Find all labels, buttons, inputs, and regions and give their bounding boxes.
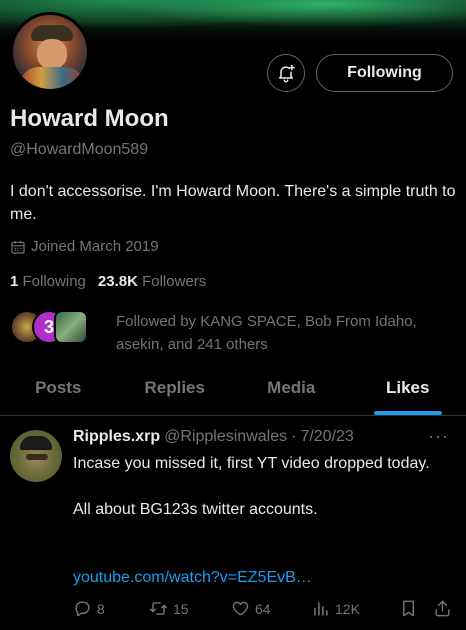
- reply-icon: [75, 601, 90, 617]
- profile-handle: @HowardMoon589: [10, 141, 149, 158]
- tweet-author-avatar[interactable]: [10, 430, 62, 482]
- profile-bio: I don't accessorise. I'm Howard Moon. Th…: [10, 183, 456, 223]
- reply-count: 8: [97, 600, 105, 617]
- bell-plus-icon: [279, 64, 295, 83]
- calendar-icon: [11, 240, 25, 254]
- following-button[interactable]: Following: [316, 54, 453, 92]
- tweet-actions: 8 15 64 12K: [73, 599, 458, 618]
- share-icon: [435, 600, 450, 617]
- views-button[interactable]: 12K: [311, 599, 399, 618]
- repost-count: 15: [173, 600, 189, 617]
- tweet[interactable]: Ripples.xrp @Ripplesinwales · 7/20/23 ··…: [0, 417, 466, 630]
- reply-button[interactable]: 8: [73, 599, 149, 618]
- tab-replies[interactable]: Replies: [117, 370, 234, 415]
- tweet-author-name[interactable]: Ripples.xrp: [73, 428, 160, 446]
- follow-stats: 1 Following 23.8K Followers: [10, 273, 206, 290]
- tab-label: Replies: [144, 378, 205, 397]
- bookmark-icon: [403, 600, 414, 617]
- profile-avatar[interactable]: [10, 12, 90, 92]
- following-label: Following: [22, 273, 86, 290]
- joined-text: Joined March 2019: [31, 238, 159, 255]
- tweet-text: Incase you missed it, first YT video dro…: [73, 452, 453, 521]
- followers-count: 23.8K: [97, 273, 138, 290]
- like-icon: [232, 601, 249, 616]
- follower-avatar-badge: 3: [43, 316, 54, 337]
- like-count: 64: [255, 600, 271, 617]
- followers-link[interactable]: 23.8K Followers: [98, 273, 206, 290]
- tweet-line: Incase you missed it, first YT video dro…: [73, 455, 430, 472]
- tab-media[interactable]: Media: [233, 370, 350, 415]
- tab-label: Posts: [35, 378, 82, 397]
- followers-label: Followers: [142, 273, 207, 290]
- profile-tabs: Posts Replies Media Likes: [0, 370, 466, 416]
- tweet-header: Ripples.xrp @Ripplesinwales · 7/20/23: [73, 428, 354, 446]
- like-button[interactable]: 64: [231, 599, 311, 618]
- tweet-separator: ·: [291, 428, 297, 445]
- tweet-line: All about BG123s twitter accounts.: [73, 501, 318, 518]
- tab-label: Likes: [386, 378, 430, 397]
- repost-icon: [149, 602, 168, 615]
- more-options-icon[interactable]: ···: [428, 426, 449, 447]
- tab-likes[interactable]: Likes: [350, 370, 466, 415]
- bookmark-button[interactable]: [399, 599, 433, 618]
- tweet-date[interactable]: 7/20/23: [300, 428, 353, 446]
- views-icon: [314, 602, 328, 616]
- joined-date: Joined March 2019: [10, 238, 159, 255]
- followed-by[interactable]: 3 Followed by KANG SPACE, Bob From Idaho…: [10, 310, 460, 356]
- followed-by-text: Followed by KANG SPACE, Bob From Idaho, …: [116, 313, 417, 353]
- follower-avatar: [54, 310, 88, 344]
- active-tab-indicator: [373, 411, 442, 415]
- tab-posts[interactable]: Posts: [0, 370, 117, 415]
- tweet-link[interactable]: youtube.com/watch?v=EZ5EvB…: [73, 569, 312, 587]
- notify-button[interactable]: [267, 54, 305, 92]
- repost-button[interactable]: 15: [149, 599, 231, 618]
- tab-label: Media: [267, 378, 316, 397]
- share-button[interactable]: [433, 599, 457, 618]
- views-count: 12K: [335, 600, 360, 617]
- tweet-author-handle[interactable]: @Ripplesinwales: [164, 428, 287, 446]
- profile-name: Howard Moon: [10, 105, 169, 132]
- following-count: 1: [10, 273, 19, 290]
- following-link[interactable]: 1 Following: [10, 273, 86, 290]
